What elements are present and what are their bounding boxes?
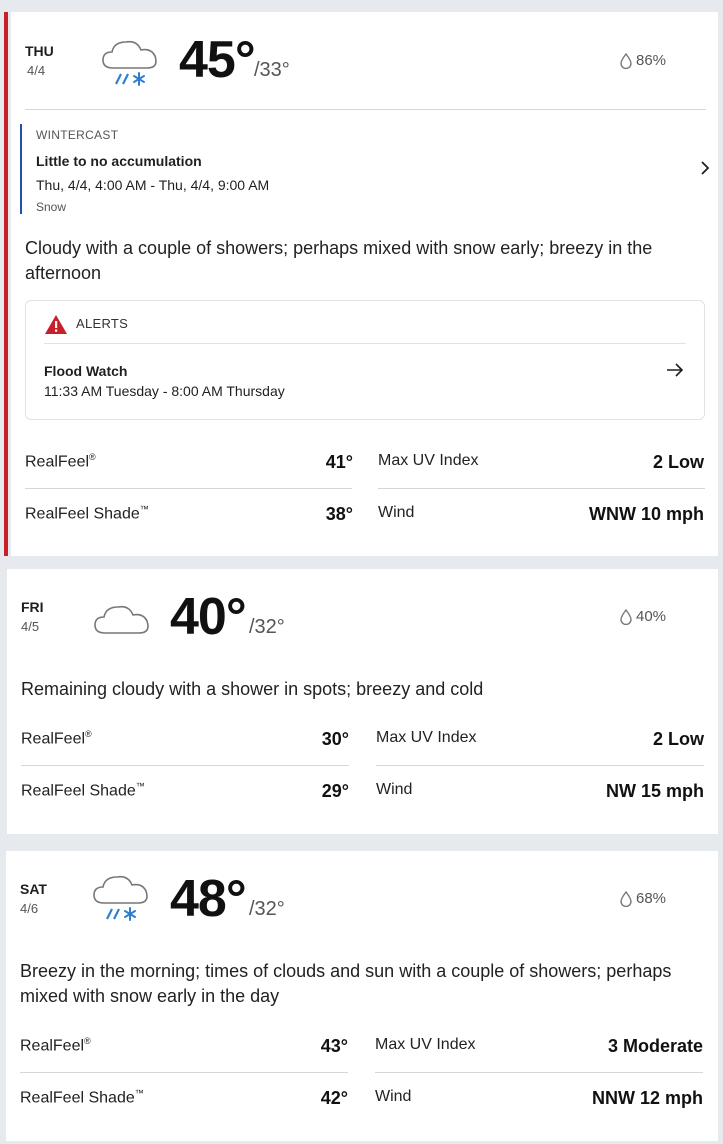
cloud-icon <box>91 591 155 644</box>
temperature-low: /33° <box>254 59 290 81</box>
divider <box>25 109 706 110</box>
precip-value: 86% <box>636 52 667 69</box>
realfeel-label: RealFeel® <box>25 452 96 471</box>
wintercast-title: WINTERCAST <box>36 128 119 142</box>
alert-card[interactable]: ALERTS Flood Watch 11:33 AM Tuesday - 8:… <box>25 300 705 420</box>
precip-value: 40% <box>636 608 667 625</box>
wintercast-time: Thu, 4/4, 4:00 AM - Thu, 4/4, 9:00 AM <box>36 177 270 193</box>
realfeel-shade-value: 29° <box>321 781 349 801</box>
wind-label: Wind <box>376 781 413 798</box>
precipitation: 86% <box>620 52 666 69</box>
alert-name: Flood Watch <box>44 363 128 379</box>
day-name: SAT <box>20 881 47 897</box>
temperature-low: /32° <box>249 616 285 638</box>
uv-value: 3 Moderate <box>607 1036 703 1056</box>
uv-value: 2 Low <box>652 729 704 749</box>
precipitation: 40% <box>620 608 666 625</box>
day-phrase: Remaining cloudy with a shower in spots;… <box>21 679 484 699</box>
realfeel-shade-value: 42° <box>320 1088 348 1108</box>
day-phrase: Breezy in the morning; times of clouds a… <box>20 961 672 1006</box>
day-name: THU <box>25 43 54 59</box>
divider <box>376 765 704 766</box>
precip-value: 68% <box>636 890 667 907</box>
day-date: 4/6 <box>20 901 39 916</box>
droplet-icon <box>620 890 632 907</box>
uv-value: 2 Low <box>652 452 704 472</box>
temperature-high: 45° <box>179 31 256 89</box>
day-phrase: Cloudy with a couple of showers; perhaps… <box>25 238 653 283</box>
divider <box>20 1072 348 1073</box>
day-date: 4/5 <box>21 619 40 634</box>
day-card-sat[interactable]: SAT 4/6 48° /32° 68% Breezy in the morni… <box>6 851 718 1141</box>
wintercast-type: Snow <box>36 200 67 214</box>
wintercast-headline: Little to no accumulation <box>36 153 202 169</box>
realfeel-label: RealFeel® <box>20 1036 91 1055</box>
uv-label: Max UV Index <box>375 1036 476 1053</box>
divider <box>25 488 352 489</box>
realfeel-value: 30° <box>321 729 349 749</box>
wind-value: NW 15 mph <box>605 781 704 801</box>
divider <box>375 1072 703 1073</box>
cloud-rain-snow-icon <box>99 32 163 97</box>
cloud-rain-snow-icon <box>90 867 154 932</box>
realfeel-label: RealFeel® <box>21 729 92 748</box>
arrow-right-icon[interactable] <box>666 361 684 382</box>
temperature-low: /32° <box>249 898 285 920</box>
wind-label: Wind <box>378 504 415 521</box>
precipitation: 68% <box>620 890 666 907</box>
day-date: 4/4 <box>27 63 46 78</box>
realfeel-shade-label: RealFeel Shade™ <box>20 1088 144 1107</box>
day-card-thu[interactable]: THU 4/4 45° /33° 86% WINTERCAST Little t… <box>4 12 718 556</box>
realfeel-shade-value: 38° <box>325 504 353 524</box>
divider <box>378 488 705 489</box>
temperature-high: 40° <box>170 588 247 646</box>
chevron-right-icon[interactable] <box>700 160 710 181</box>
realfeel-value: 41° <box>325 452 353 472</box>
wind-value: NNW 12 mph <box>591 1088 703 1108</box>
warning-icon <box>44 314 68 340</box>
droplet-icon <box>620 52 632 69</box>
day-card-fri[interactable]: FRI 4/5 40° /32° 40% Remaining cloudy wi… <box>7 569 718 834</box>
divider <box>44 343 686 344</box>
wind-value: WNW 10 mph <box>589 504 704 524</box>
temperature-high: 48° <box>170 870 247 928</box>
wintercast-link[interactable]: WINTERCAST Little to no accumulation Thu… <box>20 124 710 214</box>
day-name: FRI <box>21 599 44 615</box>
uv-label: Max UV Index <box>376 729 477 746</box>
droplet-icon <box>620 608 632 625</box>
alert-time: 11:33 AM Tuesday - 8:00 AM Thursday <box>44 383 285 399</box>
realfeel-shade-label: RealFeel Shade™ <box>21 781 145 800</box>
realfeel-value: 43° <box>320 1036 348 1056</box>
wind-label: Wind <box>375 1088 412 1105</box>
alert-title: ALERTS <box>76 316 129 331</box>
uv-label: Max UV Index <box>378 452 479 469</box>
realfeel-shade-label: RealFeel Shade™ <box>25 504 149 523</box>
divider <box>21 765 349 766</box>
